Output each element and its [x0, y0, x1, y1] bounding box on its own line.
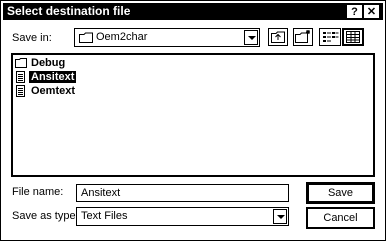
save-dialog: Select destination file ? ✕ Save in: Oem…	[0, 0, 386, 241]
folder-icon	[79, 32, 93, 43]
savein-dropdown[interactable]: Oem2char	[74, 28, 260, 47]
list-view-icon	[323, 32, 339, 42]
savetype-label: Save as type:	[12, 210, 79, 222]
savein-dropdown-arrow-icon[interactable]	[244, 30, 258, 45]
text-document-icon	[16, 85, 25, 97]
list-item-label: Debug	[31, 57, 66, 69]
savein-value: Oem2char	[96, 31, 148, 43]
savetype-dropdown-arrow-icon[interactable]	[273, 209, 287, 224]
savetype-value: Text Files	[81, 210, 128, 222]
help-button[interactable]: ?	[347, 5, 362, 18]
filename-value: Ansitext	[81, 187, 121, 199]
list-item-label: Ansitext	[29, 71, 77, 83]
save-button[interactable]: Save	[306, 182, 375, 204]
details-view-icon	[346, 31, 360, 43]
text-document-icon	[16, 71, 25, 83]
details-view-button[interactable]	[342, 28, 364, 46]
close-button[interactable]: ✕	[364, 5, 379, 18]
savetype-dropdown[interactable]: Text Files	[76, 207, 289, 226]
savein-label: Save in:	[12, 32, 52, 44]
filename-label: File name:	[12, 186, 64, 198]
new-folder-button[interactable]	[293, 28, 313, 46]
folder-icon	[15, 58, 27, 68]
title-bar[interactable]: Select destination file ? ✕	[3, 3, 383, 20]
up-one-level-icon	[271, 31, 285, 43]
window-title: Select destination file	[7, 4, 131, 18]
new-folder-icon	[295, 30, 310, 43]
list-item-label: Oemtext	[31, 85, 76, 97]
file-list[interactable]: Debug Ansitext Oemtext	[11, 53, 375, 177]
filename-input[interactable]: Ansitext	[76, 184, 289, 202]
cancel-button[interactable]: Cancel	[306, 207, 375, 229]
list-view-button[interactable]	[319, 28, 341, 46]
up-one-level-button[interactable]	[268, 28, 288, 46]
